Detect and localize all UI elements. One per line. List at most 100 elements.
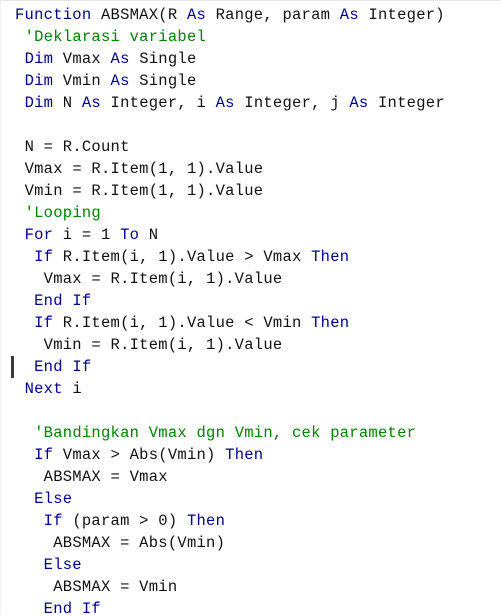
code-line[interactable]: N = R.Count <box>1 136 501 158</box>
code-line[interactable]: If R.Item(i, 1).Value > Vmax Then <box>1 246 501 268</box>
code-text-area[interactable]: Function ABSMAX(R As Range, param As Int… <box>1 1 501 615</box>
code-line[interactable]: End If <box>1 356 501 378</box>
code-keyword: If <box>43 512 63 530</box>
code-keyword: As <box>215 94 235 112</box>
code-line[interactable]: ABSMAX = Vmin <box>1 576 501 598</box>
code-text: ABSMAX = Vmax <box>43 468 168 486</box>
code-text: R.Item(i, 1).Value > Vmax <box>53 248 312 266</box>
code-line[interactable]: Vmin = R.Item(1, 1).Value <box>1 180 501 202</box>
code-text: Vmax <box>53 50 111 68</box>
code-comment: 'Deklarasi variabel <box>24 28 207 46</box>
code-line[interactable]: ABSMAX = Abs(Vmin) <box>1 532 501 554</box>
code-line[interactable]: Function ABSMAX(R As Range, param As Int… <box>1 4 501 26</box>
code-line[interactable]: Vmax = R.Item(i, 1).Value <box>1 268 501 290</box>
code-keyword: As <box>110 50 130 68</box>
code-keyword: As <box>349 94 369 112</box>
code-keyword: If <box>34 446 54 464</box>
code-line[interactable]: Dim Vmin As Single <box>1 70 501 92</box>
code-text: (param > 0) <box>62 512 187 530</box>
code-keyword: Then <box>311 314 350 332</box>
code-keyword: End If <box>34 358 92 376</box>
code-line[interactable]: 'Bandingkan Vmax dgn Vmin, cek parameter <box>1 422 501 444</box>
code-keyword: Next <box>24 380 63 398</box>
code-line[interactable]: 'Deklarasi variabel <box>1 26 501 48</box>
code-text: i = 1 <box>53 226 121 244</box>
code-line[interactable]: End If <box>1 598 501 615</box>
code-keyword: Dim <box>24 94 54 112</box>
code-text: i <box>62 380 82 398</box>
code-keyword: To <box>120 226 140 244</box>
code-line[interactable]: For i = 1 To N <box>1 224 501 246</box>
code-keyword: Then <box>225 446 264 464</box>
code-keyword: Function <box>15 6 92 24</box>
code-line[interactable]: Dim N As Integer, i As Integer, j As Int… <box>1 92 501 114</box>
code-text: ABSMAX = Abs(Vmin) <box>53 534 226 552</box>
code-text: N <box>139 226 159 244</box>
code-line[interactable]: If (param > 0) Then <box>1 510 501 532</box>
code-line[interactable]: Dim Vmax As Single <box>1 48 501 70</box>
code-keyword: End If <box>34 292 92 310</box>
code-line[interactable]: Else <box>1 554 501 576</box>
code-line[interactable]: 'Looping <box>1 202 501 224</box>
code-text: Vmin = R.Item(i, 1).Value <box>43 336 283 354</box>
code-keyword: Dim <box>24 50 54 68</box>
code-text: Integer) <box>358 6 445 24</box>
code-keyword: End If <box>43 600 101 615</box>
code-keyword: As <box>339 6 359 24</box>
text-cursor-caret <box>11 356 14 378</box>
code-keyword: As <box>110 72 130 90</box>
code-text: N <box>53 94 82 112</box>
code-keyword: Else <box>43 556 82 574</box>
code-text: ABSMAX = Vmin <box>53 578 178 596</box>
code-keyword: As <box>186 6 207 24</box>
code-text: Vmax = R.Item(1, 1).Value <box>24 160 264 178</box>
code-line[interactable]: Else <box>1 488 501 510</box>
code-text: Vmin <box>53 72 111 90</box>
code-editor-window[interactable]: Function ABSMAX(R As Range, param As Int… <box>0 0 501 615</box>
code-line[interactable]: Vmax = R.Item(1, 1).Value <box>1 158 501 180</box>
code-line[interactable]: Vmin = R.Item(i, 1).Value <box>1 334 501 356</box>
code-keyword: Else <box>34 490 73 508</box>
code-line-blank[interactable] <box>1 400 501 422</box>
code-text: Vmax > Abs(Vmin) <box>53 446 226 464</box>
code-keyword: Then <box>311 248 350 266</box>
code-text: N = R.Count <box>24 138 130 156</box>
code-line[interactable]: If Vmax > Abs(Vmin) Then <box>1 444 501 466</box>
code-text: ABSMAX(R <box>91 6 187 24</box>
code-comment: 'Looping <box>24 204 101 222</box>
code-line[interactable]: End If <box>1 290 501 312</box>
code-text: Integer <box>368 94 445 112</box>
code-keyword: If <box>34 248 54 266</box>
code-line[interactable]: Next i <box>1 378 501 400</box>
code-line[interactable]: ABSMAX = Vmax <box>1 466 501 488</box>
code-keyword: Dim <box>24 72 54 90</box>
code-line[interactable]: If R.Item(i, 1).Value < Vmin Then <box>1 312 501 334</box>
code-line-blank[interactable] <box>1 114 501 136</box>
code-text: Vmin = R.Item(1, 1).Value <box>24 182 264 200</box>
code-keyword: Then <box>186 512 226 530</box>
code-keyword: If <box>34 314 54 332</box>
code-text: Integer, i <box>100 94 216 112</box>
code-text: Single <box>129 50 197 68</box>
